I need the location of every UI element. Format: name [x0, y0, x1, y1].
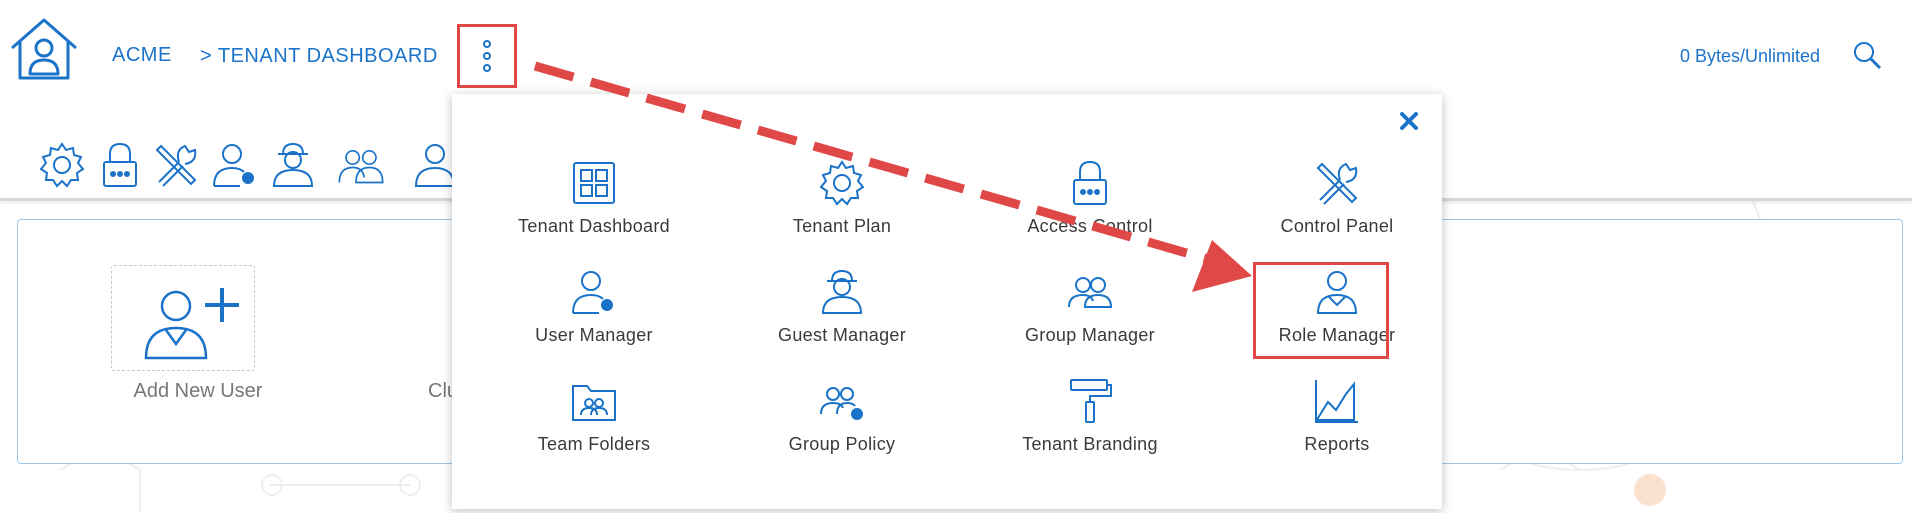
menu-item-group-manager[interactable]: Group Manager — [975, 267, 1205, 367]
menu-item-label: Tenant Branding — [1022, 434, 1158, 454]
guest-icon[interactable] — [268, 140, 318, 190]
home-icon[interactable] — [8, 16, 80, 82]
menu-item-label: Group Manager — [1025, 325, 1155, 345]
folder-users-icon — [572, 385, 616, 421]
tools-icon[interactable] — [151, 140, 201, 190]
more-vertical-icon[interactable] — [457, 24, 517, 88]
menu-item-label: Guest Manager — [778, 325, 906, 345]
menu-item-label: User Manager — [535, 325, 653, 345]
menu-item-label: Tenant Plan — [792, 216, 892, 236]
chart-icon — [1315, 380, 1358, 423]
menu-item-label: Control Panel — [1280, 216, 1394, 236]
tenant-menu-popup: Tenant Dashboard Tenant Plan Access Cont… — [452, 94, 1442, 509]
add-new-user-button[interactable] — [111, 265, 255, 371]
menu-item-access-control[interactable]: Access Control — [975, 158, 1205, 258]
menu-item-tenant-plan[interactable]: Tenant Plan — [727, 158, 957, 258]
user-settings-icon — [572, 271, 613, 314]
search-icon[interactable] — [1852, 40, 1882, 70]
paint-roller-icon — [1070, 379, 1112, 423]
lock-icon — [1073, 160, 1107, 205]
close-icon[interactable] — [1398, 110, 1420, 132]
menu-item-label: Role Manager — [1278, 325, 1396, 345]
menu-item-reports[interactable]: Reports — [1222, 376, 1452, 476]
lock-icon[interactable] — [95, 140, 145, 190]
storage-usage: 0 Bytes/Unlimited — [1680, 46, 1821, 66]
menu-item-label: Team Folders — [537, 434, 651, 454]
add-user-label: Add New User — [133, 380, 263, 402]
menu-item-label: Tenant Dashboard — [518, 216, 670, 236]
menu-item-tenant-dashboard[interactable]: Tenant Dashboard — [479, 158, 709, 258]
menu-item-label: Access Control — [1027, 216, 1153, 236]
add-user-icon — [144, 288, 239, 360]
group-icon[interactable] — [336, 140, 386, 190]
menu-item-label: Reports — [1304, 434, 1370, 454]
role-icon — [1316, 271, 1358, 314]
menu-item-tenant-branding[interactable]: Tenant Branding — [975, 376, 1205, 476]
menu-item-user-manager[interactable]: User Manager — [479, 267, 709, 367]
breadcrumb-acme[interactable]: ACME — [112, 44, 172, 67]
menu-item-control-panel[interactable]: Control Panel — [1222, 158, 1452, 258]
gear-icon — [819, 160, 865, 206]
menu-item-team-folders[interactable]: Team Folders — [479, 376, 709, 476]
breadcrumb-tenant-dashboard[interactable]: > TENANT DASHBOARD — [200, 45, 438, 68]
tools-icon — [1316, 162, 1358, 205]
menu-item-group-policy[interactable]: Group Policy — [727, 376, 957, 476]
grid-icon — [573, 162, 615, 204]
group-icon — [1068, 277, 1113, 308]
menu-item-label: Group Policy — [788, 434, 896, 454]
top-header: ACME > TENANT DASHBOARD 0 Bytes/Unlimite… — [0, 0, 1912, 105]
gear-icon[interactable] — [37, 140, 87, 190]
guest-icon — [821, 269, 863, 314]
user-settings-icon[interactable] — [210, 140, 260, 190]
group-policy-icon — [820, 387, 863, 420]
menu-item-guest-manager[interactable]: Guest Manager — [727, 267, 957, 367]
menu-item-role-manager[interactable]: Role Manager — [1222, 267, 1452, 367]
